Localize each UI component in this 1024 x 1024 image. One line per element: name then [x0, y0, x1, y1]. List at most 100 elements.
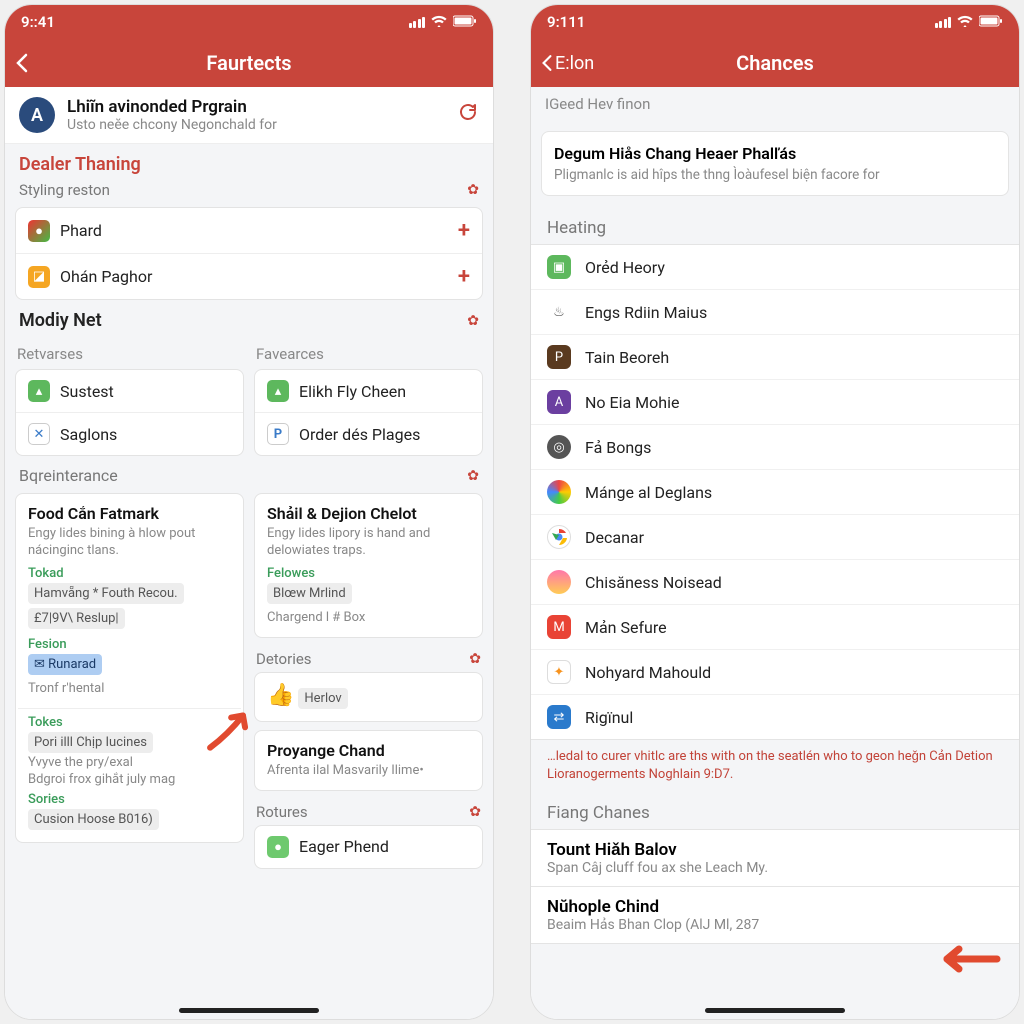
- nav-bar: E:lon Chances: [531, 39, 1019, 87]
- desc-text: Pligmanlc is aid hîps the thng Ìoàufesel…: [554, 167, 996, 183]
- chip: £7|9V\ Reslup|: [28, 608, 125, 629]
- tag: Felowes: [267, 566, 470, 581]
- item-label: No Eia Mohie: [585, 393, 679, 412]
- list-item[interactable]: ◎Fả Bongs: [531, 425, 1019, 470]
- f-sub: Span Câj cluff fou ax she Leach My.: [547, 860, 1003, 876]
- back-button[interactable]: [15, 53, 29, 73]
- item-label: Elikh Fly Cheen: [299, 382, 406, 401]
- gear-icon[interactable]: ✿: [469, 804, 481, 820]
- status-indicators: [409, 13, 478, 31]
- battery-icon: [979, 13, 1003, 31]
- status-time: 9:111: [547, 13, 585, 31]
- list-item[interactable]: P Order dés Plages: [255, 413, 482, 455]
- detories-heading: Detories: [256, 650, 312, 668]
- list-item[interactable]: ● Phard +: [16, 208, 482, 254]
- profile-row[interactable]: A Lhiĩn avinonded Prgrain Usto neĕe chco…: [5, 87, 493, 144]
- f-title: Tount Hiǎh Balov: [547, 840, 1003, 860]
- profile-sub: Usto neĕe chcony Negonchald for: [67, 117, 445, 133]
- phone-left: 9::41 Faurtects A Lhiĩn avinonded Prgrai…: [4, 4, 494, 1020]
- app-icon: ◪: [28, 266, 50, 288]
- card-shail[interactable]: Shảil & Dejion Chelot Engy lides lipory …: [254, 493, 483, 638]
- app-icon: ✦: [547, 660, 571, 684]
- home-indicator[interactable]: [179, 1008, 319, 1013]
- fiang-item[interactable]: Tount Hiǎh Balov Span Câj cluff fou ax s…: [531, 829, 1019, 887]
- list-item[interactable]: ▴ Elikh Fly Cheen: [255, 370, 482, 413]
- app-icon: ●: [267, 836, 289, 858]
- app-icon: A: [547, 390, 571, 414]
- app-icon: [547, 480, 571, 504]
- item-label: Engs Rdiin Maius: [585, 303, 707, 322]
- person-icon: ♨: [547, 300, 571, 324]
- modiy-row: Modiy Net ✿: [5, 308, 493, 339]
- list-item[interactable]: ▣Orẻd Heory: [531, 245, 1019, 290]
- home-indicator[interactable]: [705, 1008, 845, 1013]
- list-item[interactable]: ◪ Ohán Paghor +: [16, 254, 482, 299]
- item-label: Mản Sefure: [585, 618, 667, 637]
- list-item[interactable]: ✕ Saglons: [16, 413, 243, 455]
- content-right: IGeed Hev finon Degum Hiås Chang Heaer P…: [531, 87, 1019, 1019]
- list-item[interactable]: M Mản Sefure: [531, 605, 1019, 650]
- gear-icon[interactable]: ✿: [467, 313, 479, 329]
- plus-icon[interactable]: +: [458, 264, 470, 289]
- nav-title: Faurtects: [206, 51, 291, 75]
- col-retvarses: Retvarses ▴ Sustest ✕ Saglons: [15, 339, 244, 456]
- styling-row: Styling reston ✿: [5, 179, 493, 207]
- app-icon: ⇄: [547, 705, 571, 729]
- card-title: Proyange Chand: [267, 741, 470, 760]
- bq-two-col: Food Cắn Fatmark Engy lides bining à hlo…: [5, 493, 493, 869]
- col-heading: Favearces: [254, 339, 483, 369]
- gear-icon[interactable]: ✿: [467, 468, 479, 484]
- gear-icon[interactable]: ✿: [469, 651, 481, 667]
- chip: Cusion Hoose B016): [28, 809, 159, 830]
- list-item[interactable]: Decanar: [531, 515, 1019, 560]
- modiy-heading: Modiy Net: [19, 310, 102, 331]
- list-item[interactable]: A No Eia Mohie: [531, 380, 1019, 425]
- list-item[interactable]: ▴ Sustest: [16, 370, 243, 413]
- item-label: Sustest: [60, 382, 114, 401]
- status-bar: 9::41: [5, 5, 493, 39]
- item-label: Nohyard Mahould: [585, 663, 711, 682]
- list-item[interactable]: Mánge al Deglans: [531, 470, 1019, 515]
- tag: Sories: [28, 792, 231, 807]
- signal-icon: [935, 17, 952, 28]
- item-label: Decanar: [585, 528, 644, 547]
- list-item[interactable]: Chisăness Noisead: [531, 560, 1019, 605]
- plus-icon[interactable]: +: [458, 218, 470, 243]
- heating-note: …ledal to curer vhitlc are ths with on t…: [531, 740, 1019, 791]
- app-icon: ▴: [28, 380, 50, 402]
- app-icon: ▣: [547, 255, 571, 279]
- breadcrumb: IGeed Hev finon: [531, 87, 1019, 121]
- nav-bar: Faurtects: [5, 39, 493, 87]
- gear-icon[interactable]: ✿: [467, 182, 479, 198]
- bq-row: Bqreinterance ✿: [5, 456, 493, 493]
- item-label: Eager Phend: [299, 837, 389, 856]
- card-proyange[interactable]: Proyange Chand Afrenta ilal Masvarily Il…: [254, 730, 483, 791]
- list-item[interactable]: ♨ Engs Rdiin Maius: [531, 290, 1019, 335]
- battery-icon: [453, 13, 477, 31]
- bq-col-right: Shảil & Dejion Chelot Engy lides lipory …: [254, 493, 483, 869]
- list-item[interactable]: ● Eager Phend: [255, 826, 482, 868]
- line: Bdgroi frox gihắt july mag: [28, 772, 231, 789]
- list-item[interactable]: ⇄Rigïnul: [531, 695, 1019, 739]
- favearces-list: ▴ Elikh Fly Cheen P Order dés Plages: [254, 369, 483, 456]
- card-herlov[interactable]: 👍 Herlov: [254, 672, 483, 722]
- signal-icon: [409, 17, 426, 28]
- annotation-arrow: [931, 940, 1001, 987]
- chevron-left-icon: [15, 53, 29, 73]
- chip: Blœw Mrlind: [267, 583, 352, 604]
- list-item[interactable]: ✦ Nohyard Mahould: [531, 650, 1019, 695]
- profile-title: Lhiĩn avinonded Prgrain: [67, 97, 445, 117]
- mail-icon: M: [547, 615, 571, 639]
- f-sub: Beaim Hảs Bhan Clop (AlJ Ml, 287: [547, 917, 1003, 933]
- list-item[interactable]: PTain Beoreh: [531, 335, 1019, 380]
- wifi-icon: [957, 13, 973, 31]
- phone-right: 9:111 E:lon Chances IGeed Hev finon Degu…: [530, 4, 1020, 1020]
- desc-block: Degum Hiås Chang Heaer Phalľás Pligmanlc…: [541, 131, 1009, 196]
- back-button[interactable]: E:lon: [541, 53, 594, 74]
- refresh-icon[interactable]: [457, 101, 479, 129]
- fiang-item[interactable]: Nŭhople Chind Beaim Hảs Bhan Clop (AlJ M…: [531, 887, 1019, 944]
- item-label: Chisăness Noisead: [585, 573, 722, 592]
- card-food[interactable]: Food Cắn Fatmark Engy lides bining à hlo…: [15, 493, 244, 843]
- line: Chargend l # Box: [267, 610, 470, 627]
- app-icon: P: [267, 423, 289, 445]
